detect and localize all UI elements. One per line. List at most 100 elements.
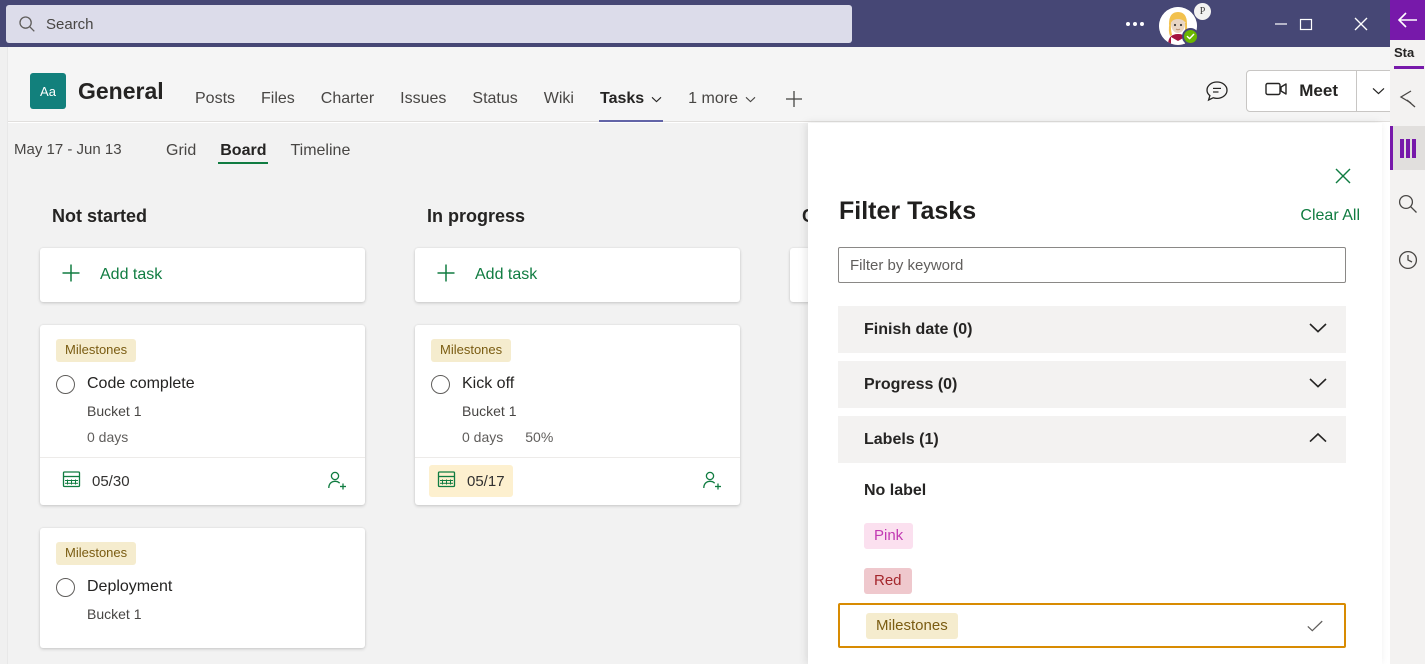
assign-person-icon[interactable] [698, 467, 726, 495]
tab-label: Charter [320, 89, 375, 107]
close-icon[interactable] [1338, 0, 1384, 47]
clear-all-button[interactable]: Clear All [1300, 207, 1360, 225]
task-title-row: Code complete [56, 374, 349, 394]
task-date[interactable]: 05/17 [429, 465, 513, 498]
right-app-strip: Sta [1390, 0, 1425, 664]
channel-tabs: Posts Files Charter Issues Status Wiki T… [182, 75, 819, 122]
tab-label: Tasks [599, 89, 645, 107]
filter-label-option-pink[interactable]: Pink [838, 513, 1346, 558]
chevron-down-icon[interactable] [745, 90, 756, 108]
task-complete-toggle[interactable] [431, 374, 450, 394]
tab-more[interactable]: 1 more [675, 75, 769, 122]
label-option-text: No label [864, 481, 927, 499]
tab-files[interactable]: Files [248, 75, 308, 122]
add-task-button[interactable]: Add task [415, 248, 740, 302]
meet-button[interactable]: Meet [1247, 71, 1356, 111]
library-icon[interactable] [1390, 126, 1425, 170]
tab-posts[interactable]: Posts [182, 75, 248, 122]
view-board[interactable]: Board [208, 123, 278, 178]
chevron-down-icon [1308, 376, 1328, 394]
view-label: Timeline [290, 141, 351, 159]
header-actions: Meet [1202, 70, 1401, 112]
task-date[interactable]: 05/30 [54, 465, 138, 497]
filter-label-option-no-label[interactable]: No label [838, 468, 1346, 513]
assign-person-icon[interactable] [323, 467, 351, 495]
task-bucket: Bucket 1 [87, 402, 142, 419]
tab-charter[interactable]: Charter [308, 75, 387, 122]
label-chip: Red [864, 567, 912, 594]
add-task-button[interactable]: Add task [40, 248, 365, 302]
section-label: Progress (0) [864, 375, 958, 393]
task-footer: 05/30 [40, 456, 365, 505]
board-column-not-started: Not started Add task Milestones Code com… [36, 178, 376, 648]
back-arrow-icon[interactable] [1390, 0, 1425, 40]
video-camera-icon [1265, 80, 1289, 103]
task-label-chip: Milestones [56, 339, 137, 362]
board-column-in-progress: In progress Add task Milestones Kick off… [411, 178, 751, 505]
task-label-chip: Milestones [56, 541, 137, 565]
task-name: Code complete [87, 375, 195, 393]
avatar[interactable]: P [1159, 3, 1211, 45]
task-card[interactable]: Milestones Code complete Bucket 1 0 days… [40, 325, 365, 505]
checkmark-icon [1306, 617, 1324, 635]
task-meta [87, 632, 349, 648]
chevron-down-icon [1308, 321, 1328, 339]
search-input[interactable]: Search [6, 5, 852, 43]
tab-label: Wiki [543, 89, 574, 107]
column-title: In progress [427, 206, 526, 226]
task-complete-toggle[interactable] [56, 577, 75, 597]
tab-issues[interactable]: Issues [387, 75, 459, 122]
task-date-text: 05/17 [467, 472, 505, 490]
maximize-icon[interactable] [1283, 0, 1329, 47]
tab-label: Status [472, 89, 518, 107]
view-grid[interactable]: Grid [154, 123, 208, 178]
search-icon [18, 15, 36, 33]
task-footer: 05/17 [415, 456, 740, 505]
section-label: Finish date (0) [864, 320, 973, 338]
filter-keyword-input[interactable] [838, 247, 1346, 283]
add-tab-button[interactable] [769, 75, 819, 122]
page-title: General [78, 78, 164, 104]
chat-bubble-icon[interactable] [1202, 76, 1232, 106]
tab-wiki[interactable]: Wiki [531, 75, 587, 122]
chevron-down-icon[interactable] [651, 90, 662, 108]
filter-panel-title: Filter Tasks [839, 197, 977, 225]
ellipsis-icon[interactable] [1120, 10, 1150, 38]
meet-button-group: Meet [1246, 70, 1401, 112]
view-label: Grid [166, 141, 197, 159]
task-title-row: Deployment [56, 577, 349, 597]
presence-available-icon [1182, 28, 1199, 45]
view-timeline[interactable]: Timeline [278, 123, 362, 178]
search-icon[interactable] [1390, 182, 1425, 226]
filter-section-finish-date[interactable]: Finish date (0) [838, 306, 1346, 353]
filter-section-progress[interactable]: Progress (0) [838, 361, 1346, 408]
filter-label-option-milestones[interactable]: Milestones [838, 603, 1346, 648]
plus-icon [435, 262, 457, 289]
view-label: Board [220, 141, 267, 159]
task-meta: 0 days [87, 429, 349, 445]
filter-section-labels[interactable]: Labels (1) [838, 416, 1346, 463]
task-complete-toggle[interactable] [56, 374, 75, 394]
tab-label: Issues [400, 89, 447, 107]
filter-label-option-red[interactable]: Red [838, 558, 1346, 603]
teams-window: Search P Aa General Posts Files Charter … [0, 0, 1425, 664]
column-title: Not started [52, 206, 148, 226]
right-strip-title: Sta [1394, 45, 1415, 60]
filter-label-option-green[interactable] [838, 653, 1346, 664]
share-arrow-icon[interactable] [1390, 76, 1425, 120]
left-rail [0, 47, 8, 664]
tab-status[interactable]: Status [459, 75, 530, 122]
tab-tasks[interactable]: Tasks [587, 75, 675, 122]
label-chip: Milestones [866, 612, 958, 639]
close-icon[interactable] [1326, 159, 1360, 193]
task-card[interactable]: Milestones Kick off Bucket 1 0 days 50% … [415, 325, 740, 505]
clock-icon[interactable] [1390, 238, 1425, 282]
right-strip-underline [1394, 66, 1424, 69]
avatar-status-badge: P [1194, 3, 1211, 20]
task-card[interactable]: Milestones Deployment Bucket 1 [40, 527, 365, 648]
task-title-row: Kick off [431, 374, 724, 394]
task-name: Kick off [462, 375, 515, 393]
tab-label: Posts [195, 89, 236, 107]
calendar-icon [62, 469, 81, 493]
task-name: Deployment [87, 578, 173, 596]
